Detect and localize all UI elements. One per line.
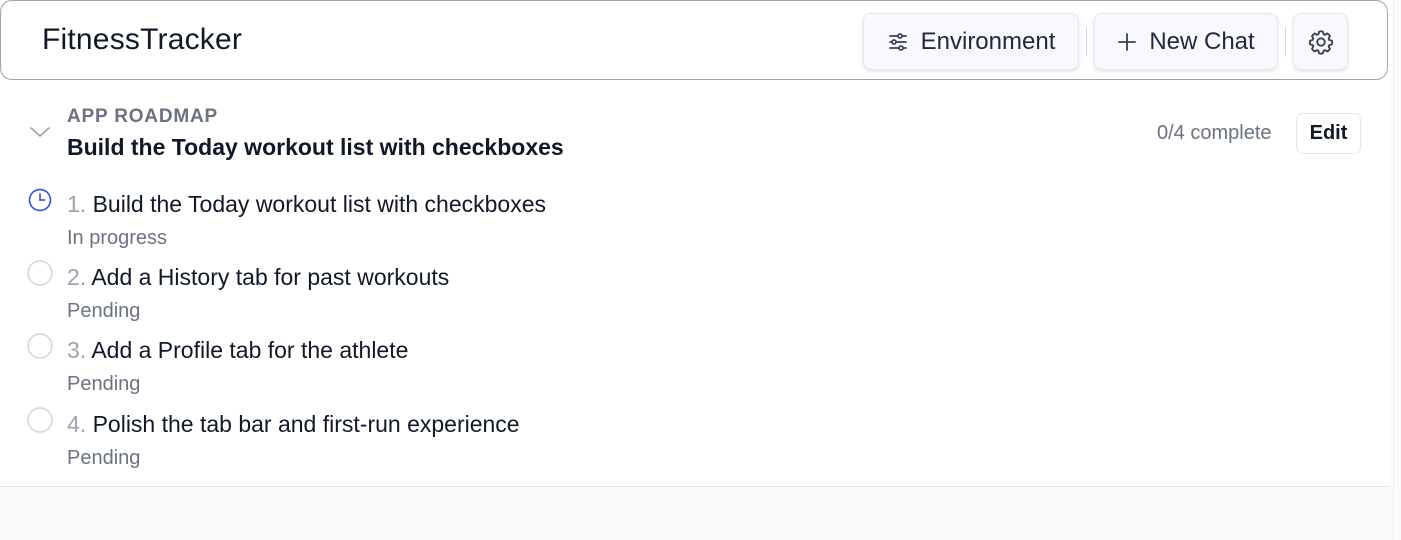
- roadmap-step: 1. Build the Today workout list with che…: [0, 187, 1390, 257]
- sliders-icon: [887, 31, 909, 53]
- roadmap-step: 4. Polish the tab bar and first-run expe…: [0, 407, 1390, 477]
- step-title: Build the Today workout list with checkb…: [92, 191, 546, 217]
- roadmap-current-title: Build the Today workout list with checkb…: [67, 134, 564, 160]
- new-chat-button[interactable]: New Chat: [1094, 13, 1278, 70]
- step-number: 2.: [67, 264, 87, 290]
- roadmap-step: 3. Add a Profile tab for the athlete Pen…: [0, 333, 1390, 403]
- circle-icon: [27, 333, 53, 364]
- settings-button[interactable]: [1293, 13, 1348, 70]
- app-window: FitnessTracker Environment New Chat APP …: [0, 0, 1401, 540]
- step-number: 4.: [67, 411, 87, 437]
- step-status: Pending: [67, 300, 141, 322]
- environment-button-label: Environment: [920, 27, 1056, 55]
- environment-button[interactable]: Environment: [863, 13, 1079, 70]
- step-status: Pending: [67, 447, 141, 469]
- step-title: Polish the tab bar and first-run experie…: [92, 411, 520, 437]
- circle-icon: [27, 407, 53, 438]
- step-number: 1.: [67, 191, 87, 217]
- step-status: Pending: [67, 373, 141, 395]
- new-chat-button-label: New Chat: [1149, 27, 1255, 55]
- panel-border: [1390, 80, 1391, 490]
- step-title: Add a Profile tab for the athlete: [91, 337, 409, 363]
- app-title: FitnessTracker: [42, 23, 243, 56]
- edit-roadmap-button[interactable]: Edit: [1296, 113, 1361, 154]
- step-title-line: 1. Build the Today workout list with che…: [67, 191, 546, 218]
- gear-icon: [1307, 28, 1335, 56]
- plus-icon: [1117, 32, 1137, 52]
- roadmap-step: 2. Add a History tab for past workouts P…: [0, 260, 1390, 330]
- step-title-line: 2. Add a History tab for past workouts: [67, 264, 449, 291]
- step-title-line: 4. Polish the tab bar and first-run expe…: [67, 411, 520, 438]
- chevron-down-icon[interactable]: [29, 124, 51, 145]
- clock-icon: [27, 187, 53, 218]
- header-separator: [1285, 27, 1286, 56]
- header-separator: [1086, 27, 1087, 56]
- step-title-line: 3. Add a Profile tab for the athlete: [67, 337, 408, 364]
- step-status: In progress: [67, 227, 168, 249]
- chat-area: [0, 487, 1393, 540]
- roadmap-section-label: APP ROADMAP: [67, 106, 218, 127]
- step-title: Add a History tab for past workouts: [91, 264, 450, 290]
- roadmap-progress: 0/4 complete: [1157, 122, 1272, 144]
- top-bar: FitnessTracker Environment New Chat: [0, 0, 1388, 80]
- circle-icon: [27, 260, 53, 291]
- step-number: 3.: [67, 337, 87, 363]
- scrollbar-track[interactable]: [1393, 0, 1401, 540]
